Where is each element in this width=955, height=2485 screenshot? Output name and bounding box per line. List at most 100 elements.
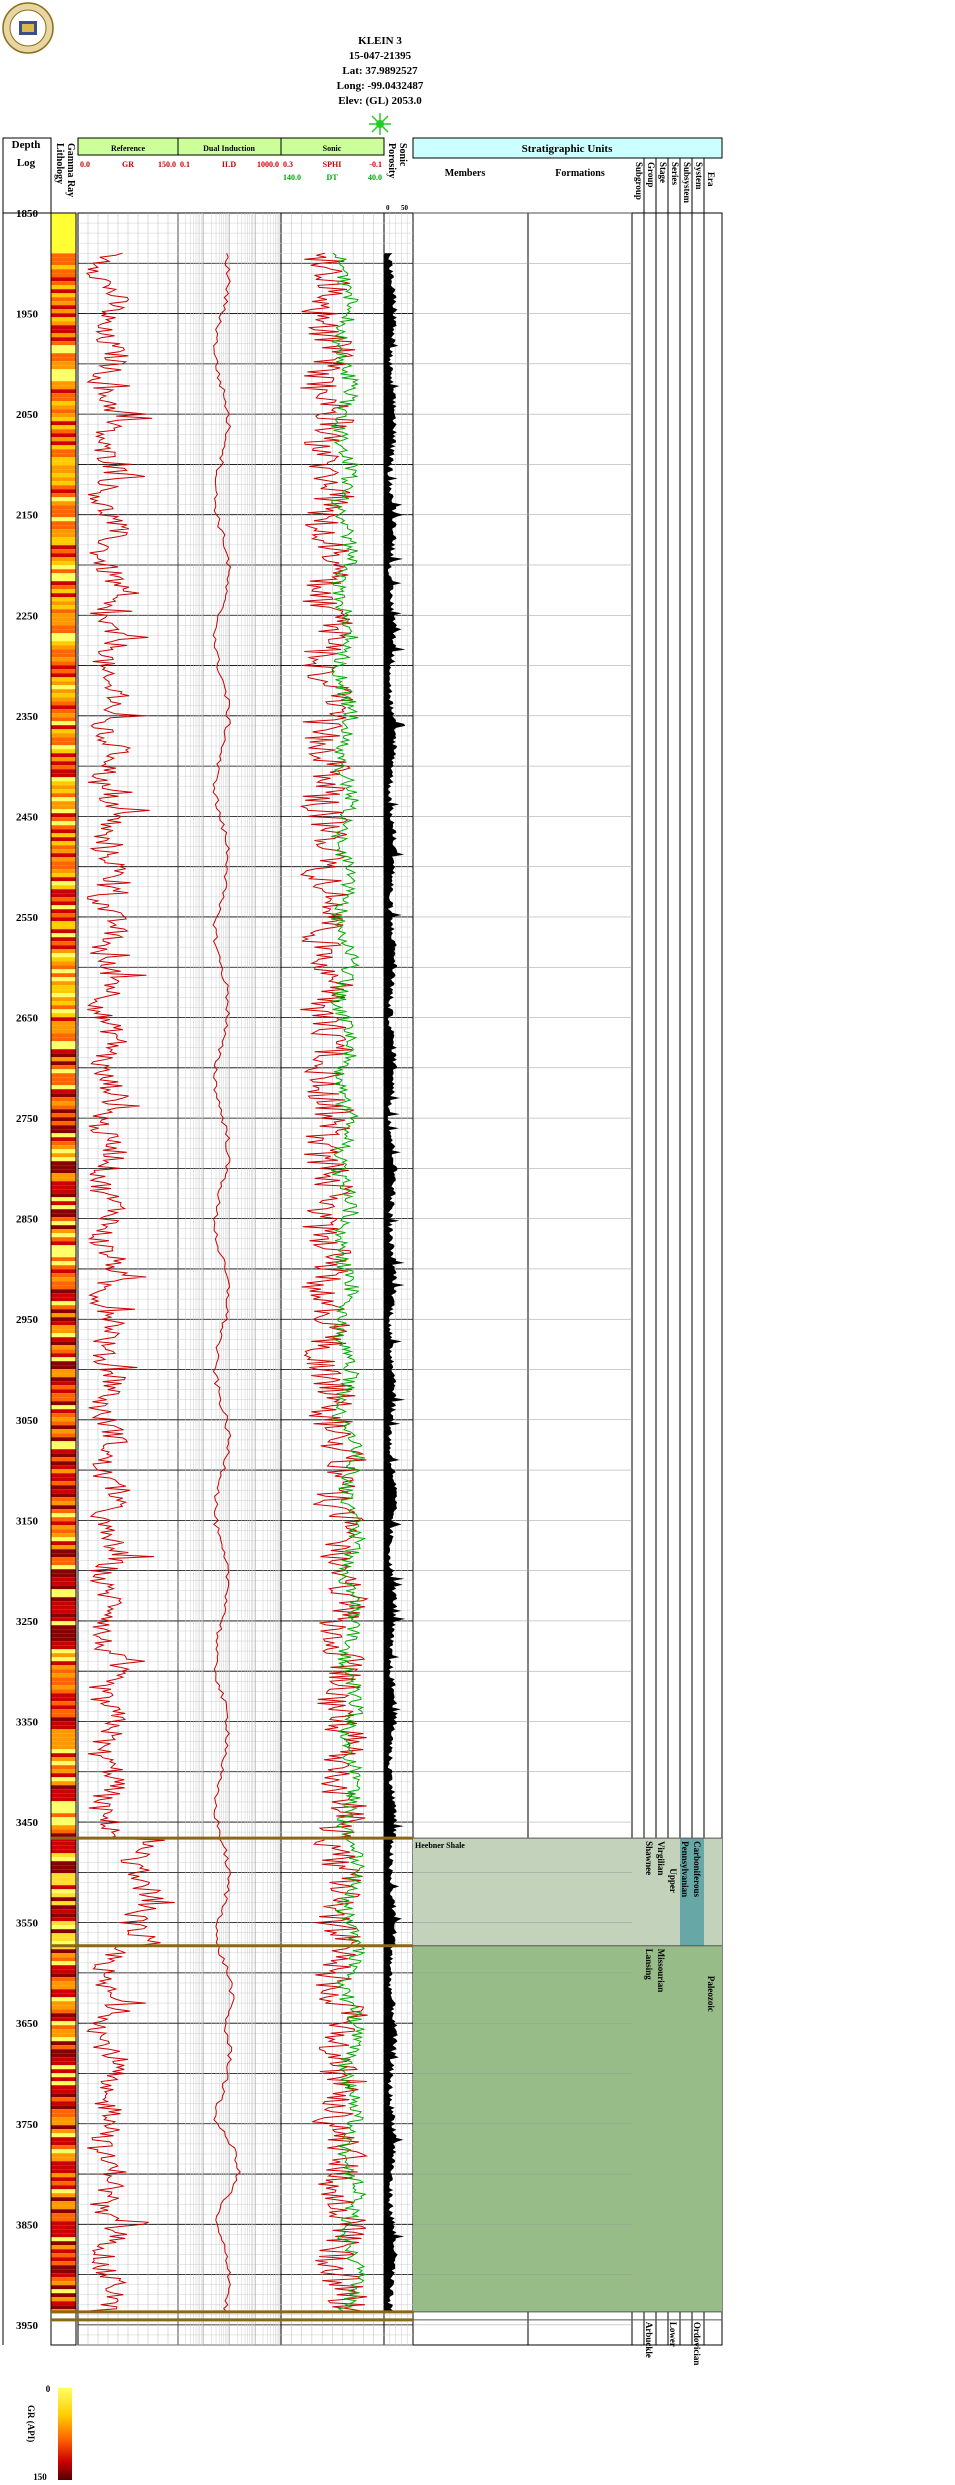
lithology-band xyxy=(51,885,76,890)
lithology-band xyxy=(51,2041,76,2046)
lithology-band xyxy=(51,2137,76,2142)
lithology-band xyxy=(51,625,76,630)
lithology-band xyxy=(51,1957,76,1962)
lithology-band xyxy=(51,1593,76,1598)
lithology-band xyxy=(51,733,76,738)
strat-units-title: Stratigraphic Units xyxy=(522,143,613,155)
lithology-band xyxy=(51,701,76,706)
porosity-fill xyxy=(384,253,406,2313)
lithology-band xyxy=(51,1149,76,1154)
lithology-band xyxy=(51,1613,76,1618)
dt-min: 140.0 xyxy=(283,173,301,182)
lithology-band xyxy=(51,1425,76,1430)
dt-max: 40.0 xyxy=(368,173,382,182)
lithology-band xyxy=(51,2037,76,2042)
lithology-band xyxy=(51,1237,76,1242)
era-title: Era xyxy=(706,172,716,187)
lithology-band xyxy=(51,1393,76,1398)
lithology-band xyxy=(51,1985,76,1990)
lithology-band xyxy=(51,881,76,886)
lithology-band xyxy=(51,697,76,702)
lithology-band xyxy=(51,369,76,374)
lithology-band xyxy=(51,1933,76,1938)
depth-tick-label: 2550 xyxy=(16,912,39,924)
lithology-band xyxy=(51,2009,76,2014)
reference-title: Reference xyxy=(111,144,146,153)
lithology-band xyxy=(51,1497,76,1502)
gamma-ray-title: Gamma Ray xyxy=(65,143,76,197)
lithology-band xyxy=(51,1713,76,1718)
lithology-band xyxy=(51,1917,76,1922)
lithology-band xyxy=(51,877,76,882)
lithology-band xyxy=(51,593,76,598)
depth-tick-label: 2050 xyxy=(16,409,39,421)
lithology-band xyxy=(51,1825,76,1830)
dt-curve-label: DT xyxy=(326,173,338,182)
lithology-band xyxy=(51,1409,76,1414)
lithology-band xyxy=(51,2089,76,2094)
lithology-band xyxy=(51,1789,76,1794)
lithology-band xyxy=(51,1793,76,1798)
group-title: Group xyxy=(646,162,656,187)
lithology-band xyxy=(51,1329,76,1334)
lithology-band xyxy=(51,1317,76,1322)
lithology-band xyxy=(51,561,76,566)
depth-tick-label: 3950 xyxy=(16,2320,39,2332)
lithology-band xyxy=(51,2017,76,2022)
lithology-band xyxy=(51,1465,76,1470)
lithology-band xyxy=(51,1609,76,1614)
lithology-band xyxy=(51,2213,76,2218)
lithology-band xyxy=(51,1269,76,1274)
lithology-band xyxy=(51,1341,76,1346)
lithology-band xyxy=(51,1013,76,1018)
lithology-band xyxy=(51,2177,76,2182)
lithology-band xyxy=(51,1017,76,1022)
lithology-band xyxy=(51,2249,76,2254)
lithology-band xyxy=(51,1177,76,1182)
lithology-band xyxy=(51,1433,76,1438)
lithology-band xyxy=(51,925,76,930)
lithology-band xyxy=(51,2277,76,2282)
lithology-band xyxy=(51,645,76,650)
lithology-band xyxy=(51,2173,76,2178)
lithology-band xyxy=(51,2125,76,2130)
lithology-band xyxy=(51,773,76,778)
depth-tick-label: 3150 xyxy=(16,1515,39,1527)
lithology-band xyxy=(51,289,76,294)
lithology-band xyxy=(51,1469,76,1474)
ild-curve-label: ILD xyxy=(222,160,236,169)
lithology-band xyxy=(51,381,76,386)
lithology-band xyxy=(51,437,76,442)
lithology-band xyxy=(51,1845,76,1850)
lithology-band xyxy=(51,957,76,962)
lithology-band xyxy=(51,905,76,910)
lithology-band xyxy=(51,481,76,486)
lithology-band xyxy=(51,1417,76,1422)
lithology-band xyxy=(51,1645,76,1650)
lithology-band xyxy=(51,2021,76,2026)
lithology-band xyxy=(51,1689,76,1694)
lithology-band xyxy=(51,1273,76,1278)
lithology-band xyxy=(51,2301,76,2306)
lithology-band xyxy=(51,501,76,506)
lithology-band xyxy=(51,1569,76,1574)
lithology-band xyxy=(51,1477,76,1482)
lithology-band xyxy=(51,1233,76,1238)
series-label: Upper xyxy=(668,1868,678,1893)
lithology-band xyxy=(51,805,76,810)
lithology-band xyxy=(51,1473,76,1478)
lithology-band xyxy=(51,1117,76,1122)
lithology-band xyxy=(51,1817,76,1822)
lithology-band xyxy=(51,717,76,722)
lithology-band xyxy=(51,1385,76,1390)
lithology-band xyxy=(51,1033,76,1038)
subsystem-label: Pennsylvanian xyxy=(680,1841,690,1897)
legend-max: 150 xyxy=(33,2472,47,2482)
subgroup-title: Subgroup xyxy=(634,162,644,200)
lithology-band xyxy=(51,1757,76,1762)
lithology-band xyxy=(51,1777,76,1782)
lithology-band xyxy=(51,1649,76,1654)
lithology-band xyxy=(51,1077,76,1082)
lithology-band xyxy=(51,329,76,334)
lithology-band xyxy=(51,1549,76,1554)
